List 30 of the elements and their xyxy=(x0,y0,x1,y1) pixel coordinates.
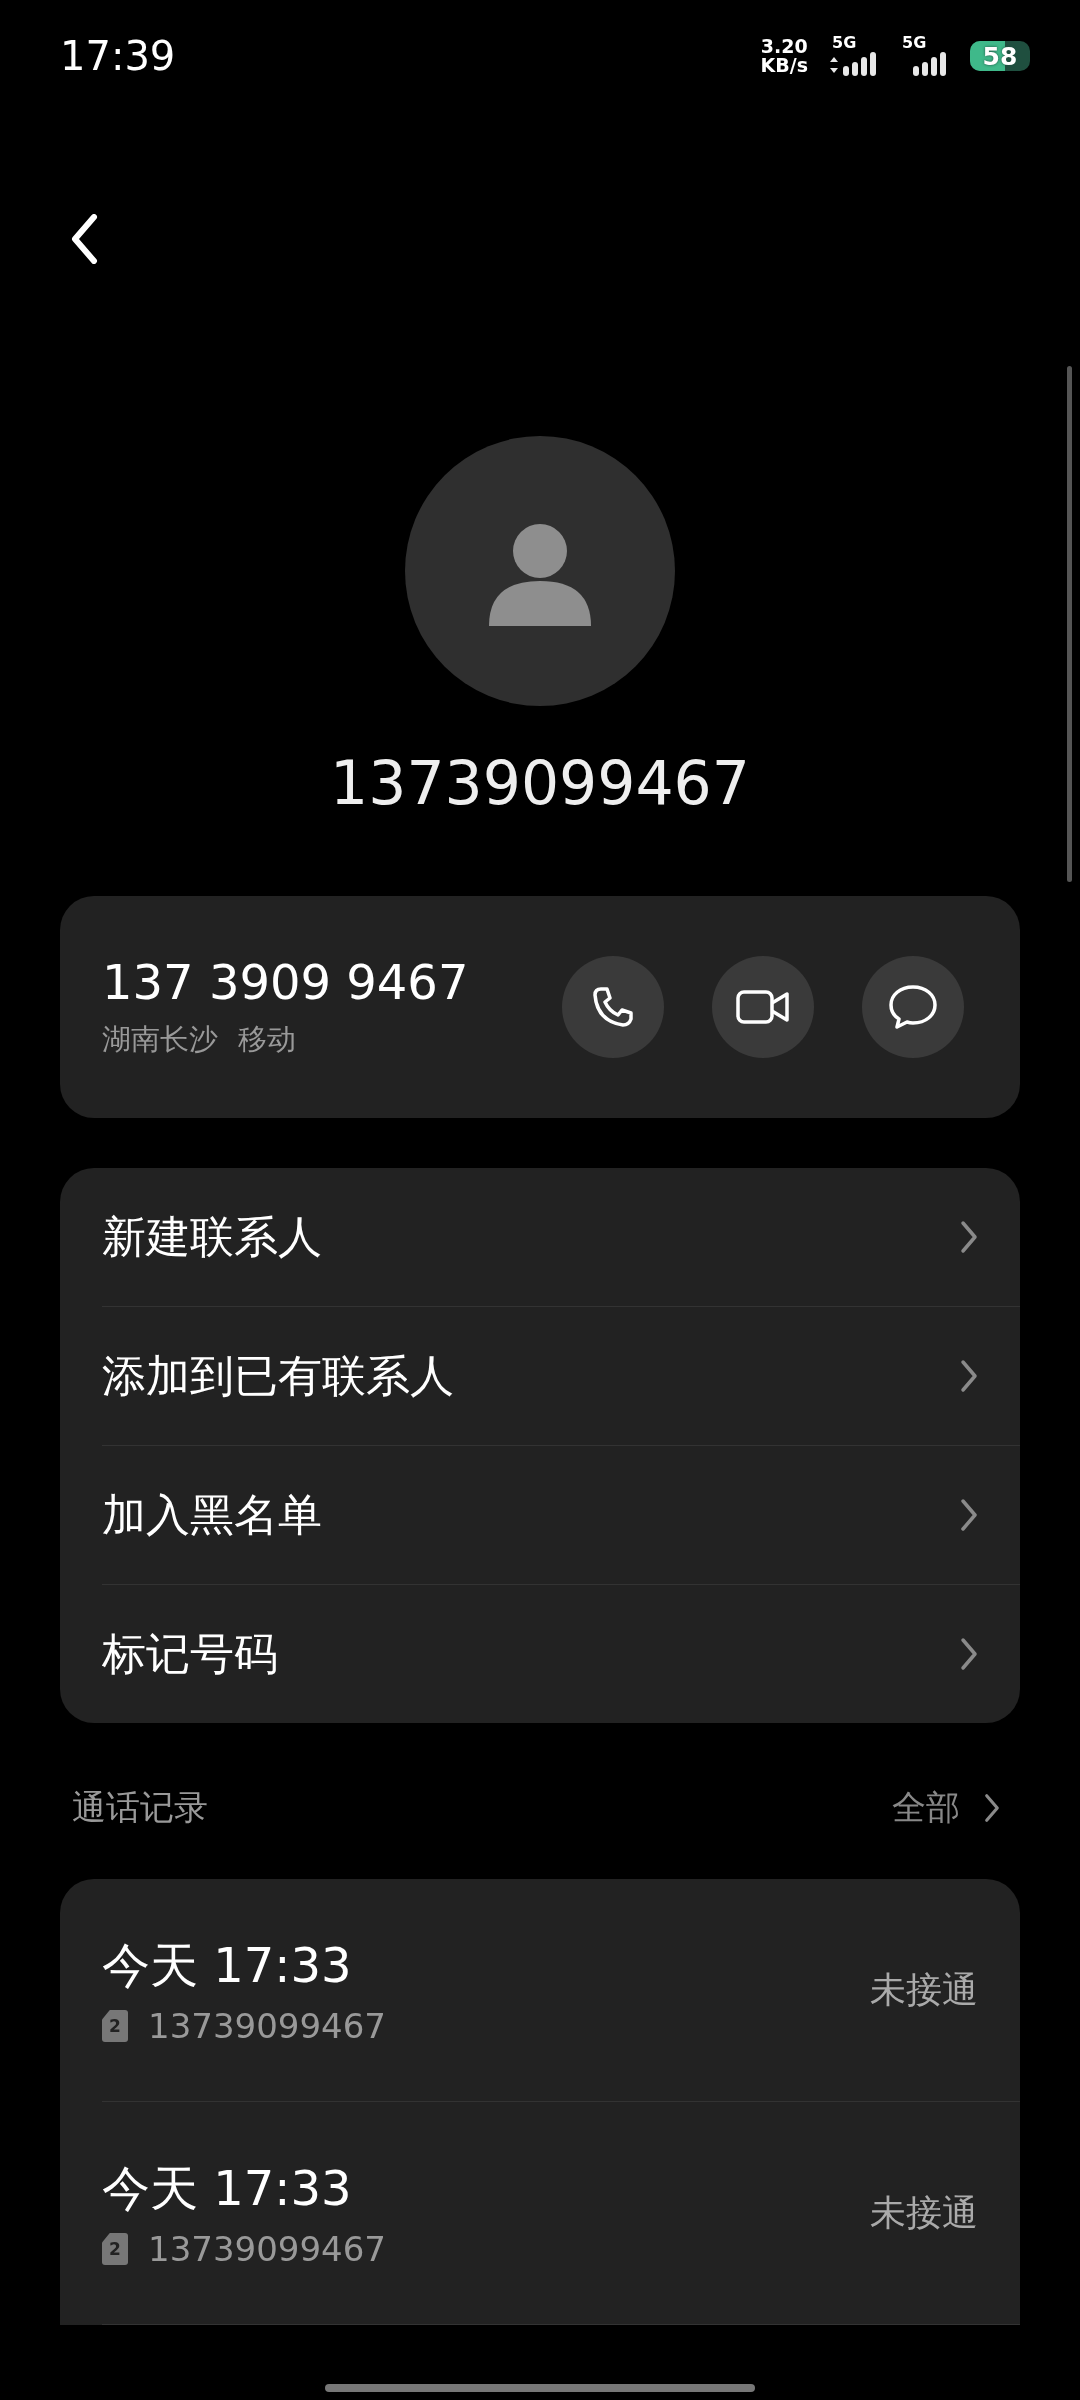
video-camera-icon xyxy=(735,987,791,1027)
back-icon[interactable] xyxy=(70,214,100,264)
menu-item[interactable]: 新建联系人 xyxy=(102,1168,1020,1307)
network-speed: 3.20 KB/s xyxy=(760,37,808,75)
chevron-icon xyxy=(960,1359,978,1393)
call-time: 今天 17:33 xyxy=(102,2159,353,2218)
call-status: 未接通 xyxy=(870,2190,978,2235)
call-time: 今天 17:33 xyxy=(102,1936,353,1995)
call-number: 13739099467 xyxy=(148,2229,386,2269)
sim-icon: 2 xyxy=(102,2010,128,2042)
carrier-text: 移动 xyxy=(238,1021,296,1058)
chat-bubble-icon xyxy=(887,983,939,1031)
status-time: 17:39 xyxy=(60,33,176,79)
location-text: 湖南长沙 xyxy=(102,1021,218,1058)
phone-number: 137 3909 9467 xyxy=(102,954,469,1010)
contact-title: 13739099467 xyxy=(330,748,750,818)
chevron-icon xyxy=(960,1498,978,1532)
chevron-icon xyxy=(960,1220,978,1254)
network-label: 5G xyxy=(832,35,857,51)
call-status: 未接通 xyxy=(870,1967,978,2012)
menu-item[interactable]: 标记号码 xyxy=(102,1585,1020,1723)
chevron-icon xyxy=(960,1637,978,1671)
view-all-link[interactable]: 全部 xyxy=(892,1785,1000,1831)
sim-icon: 2 xyxy=(102,2233,128,2265)
section-title: 通话记录 xyxy=(72,1786,208,1829)
menu-item[interactable]: 添加到已有联系人 xyxy=(102,1307,1020,1446)
chevron-icon xyxy=(984,1793,1000,1823)
call-number: 13739099467 xyxy=(148,2006,386,2046)
menu-item[interactable]: 加入黑名单 xyxy=(102,1446,1020,1585)
network-label: 5G xyxy=(902,35,927,51)
